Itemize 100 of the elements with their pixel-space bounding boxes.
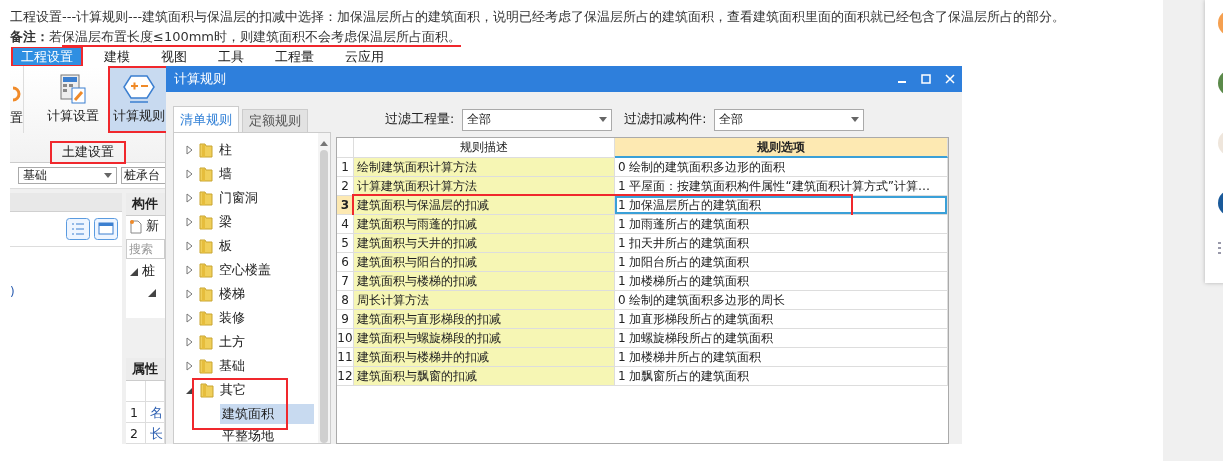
collapse-icon[interactable] (186, 193, 193, 203)
table-cell[interactable]: 1 扣天井所占的建筑面积 (615, 234, 948, 253)
caret-icon (851, 117, 860, 122)
row-number: 2 (337, 177, 354, 196)
scroll-up-icon[interactable] (320, 141, 328, 146)
tab[interactable]: 清单规则 (173, 106, 239, 132)
tree-item[interactable]: 空心楼盖 (219, 261, 271, 279)
table-cell: 建筑面积与螺旋梯段的扣减 (354, 329, 615, 348)
collapse-icon[interactable] (186, 145, 193, 155)
more-icon[interactable] (1218, 242, 1222, 256)
menu-tab[interactable]: 工具 (210, 48, 252, 65)
folder-icon (199, 286, 213, 302)
folder-icon (199, 190, 213, 206)
table-cell[interactable]: 0 绘制的建筑面积多边形的周长 (615, 291, 948, 310)
table-cell[interactable]: 1 加雨蓬所占的建筑面积 (615, 215, 948, 234)
collapse-icon[interactable] (186, 241, 193, 251)
table-cell[interactable]: 1 加直形梯段所占的建筑面积 (615, 310, 948, 329)
table-cell[interactable]: 1 加楼梯所占的建筑面积 (615, 272, 948, 291)
menu-tab[interactable]: 建模 (96, 48, 138, 65)
text-fragment: ) (10, 285, 16, 299)
tree-item[interactable]: 基础 (219, 357, 245, 375)
row-number: 7 (337, 272, 354, 291)
tree-item[interactable]: 平整场地 (220, 426, 314, 443)
folder-icon (199, 238, 213, 254)
tree-item[interactable]: 土方 (219, 333, 245, 351)
tab[interactable]: 定额规则 (242, 109, 308, 132)
ribbon-button[interactable]: 计算设置 (42, 66, 104, 133)
row-number: 8 (337, 291, 354, 310)
tree-item[interactable]: 板 (219, 237, 232, 255)
table-cell[interactable]: 1 加保温层所占的建筑面积 (615, 196, 948, 215)
close-icon[interactable] (945, 74, 955, 84)
folder-icon (199, 166, 213, 182)
expanded-icon[interactable] (148, 288, 156, 297)
row-number: 1 (337, 158, 354, 177)
group-label: 土建设置 (51, 143, 124, 162)
tree-item[interactable]: 墙 (219, 165, 232, 183)
folder-icon (199, 142, 213, 158)
tree-item[interactable]: 其它 (220, 381, 246, 399)
row-number: 9 (337, 310, 354, 329)
expanded-icon[interactable] (130, 267, 138, 276)
caret-icon (599, 117, 608, 122)
list-icon[interactable] (66, 218, 90, 240)
new-button[interactable]: 新 (146, 218, 159, 236)
table-cell: 建筑面积与楼梯的扣减 (354, 272, 615, 291)
collapse-icon[interactable] (186, 313, 193, 323)
table-cell: 建筑面积与直形梯段的扣减 (354, 310, 615, 329)
table-cell: 周长计算方法 (354, 291, 615, 310)
maximize-icon[interactable] (921, 74, 931, 84)
caret-icon (104, 173, 112, 178)
folder-icon (200, 382, 214, 398)
folder-icon (199, 358, 213, 374)
menu-tab[interactable]: 视图 (153, 48, 195, 65)
expanded-icon[interactable] (186, 386, 194, 394)
table-cell[interactable]: 1 加阳台所占的建筑面积 (615, 253, 948, 272)
collapse-icon[interactable] (186, 265, 193, 275)
row-number: 5 (337, 234, 354, 253)
table-cell[interactable]: 1 加飘窗所占的建筑面积 (615, 367, 948, 386)
filter-select[interactable]: 全部 (462, 108, 613, 131)
table-cell[interactable]: 0 绘制的建筑面积多边形的面积 (615, 158, 948, 177)
scrollbar-thumb[interactable] (320, 150, 328, 443)
folder-icon (199, 334, 213, 350)
tree-item[interactable]: 装修 (219, 309, 245, 327)
calculator-icon (60, 74, 86, 104)
tree-item[interactable]: 柱 (219, 141, 232, 159)
tree-item[interactable]: 建筑面积 (220, 404, 314, 424)
row-number: 11 (337, 348, 354, 367)
tree-item[interactable]: 桩 (142, 263, 155, 281)
row-number: 2 (126, 423, 146, 444)
window-icon[interactable] (94, 218, 118, 240)
menu-tab[interactable]: 云应用 (337, 48, 392, 65)
panel-title: 属性 (126, 358, 165, 381)
collapse-icon[interactable] (186, 337, 193, 347)
plus-minus-icon (122, 74, 156, 104)
filter-select[interactable]: 全部 (714, 108, 865, 131)
ribbon-label: 置 (10, 110, 23, 127)
folder-icon (199, 310, 213, 326)
dialog-title: 计算规则 (174, 70, 226, 88)
table-cell[interactable]: 1 加螺旋梯段所占的建筑面积 (615, 329, 948, 348)
paragraph-text: 工程设置---计算规则---建筑面积与保温层的扣减中选择：加保温层所占的建筑面积，说明已经考虑了保温层所占的建筑面积，查看建筑面积里面的面积就已经包含了保温层所占的部分。 (10, 8, 1067, 26)
row-number: 1 (126, 402, 146, 423)
table-cell: 建筑面积与雨蓬的扣减 (354, 215, 615, 234)
table-cell[interactable]: 1 加楼梯井所占的建筑面积 (615, 348, 948, 367)
collapse-icon[interactable] (186, 289, 193, 299)
tree-item[interactable]: 楼梯 (219, 285, 245, 303)
panel-title: 构件 (126, 193, 165, 216)
table-cell: 建筑面积与天井的扣减 (354, 234, 615, 253)
floor-select[interactable]: 基础 (18, 167, 117, 184)
component-select[interactable]: 桩承台 (121, 167, 165, 184)
menu-tab[interactable]: 工程量 (267, 48, 322, 65)
tree-item[interactable]: 梁 (219, 213, 232, 231)
folder-icon (199, 262, 213, 278)
tree-item[interactable]: 门窗洞 (219, 189, 258, 207)
table-cell: 建筑面积与楼梯井的扣减 (354, 348, 615, 367)
collapse-icon[interactable] (186, 169, 193, 179)
new-document-icon (130, 219, 142, 234)
table-cell: 建筑面积与飘窗的扣减 (354, 367, 615, 386)
collapse-icon[interactable] (186, 217, 193, 227)
row-number: 10 (337, 329, 354, 348)
collapse-icon[interactable] (186, 361, 193, 371)
row-number: 6 (337, 253, 354, 272)
